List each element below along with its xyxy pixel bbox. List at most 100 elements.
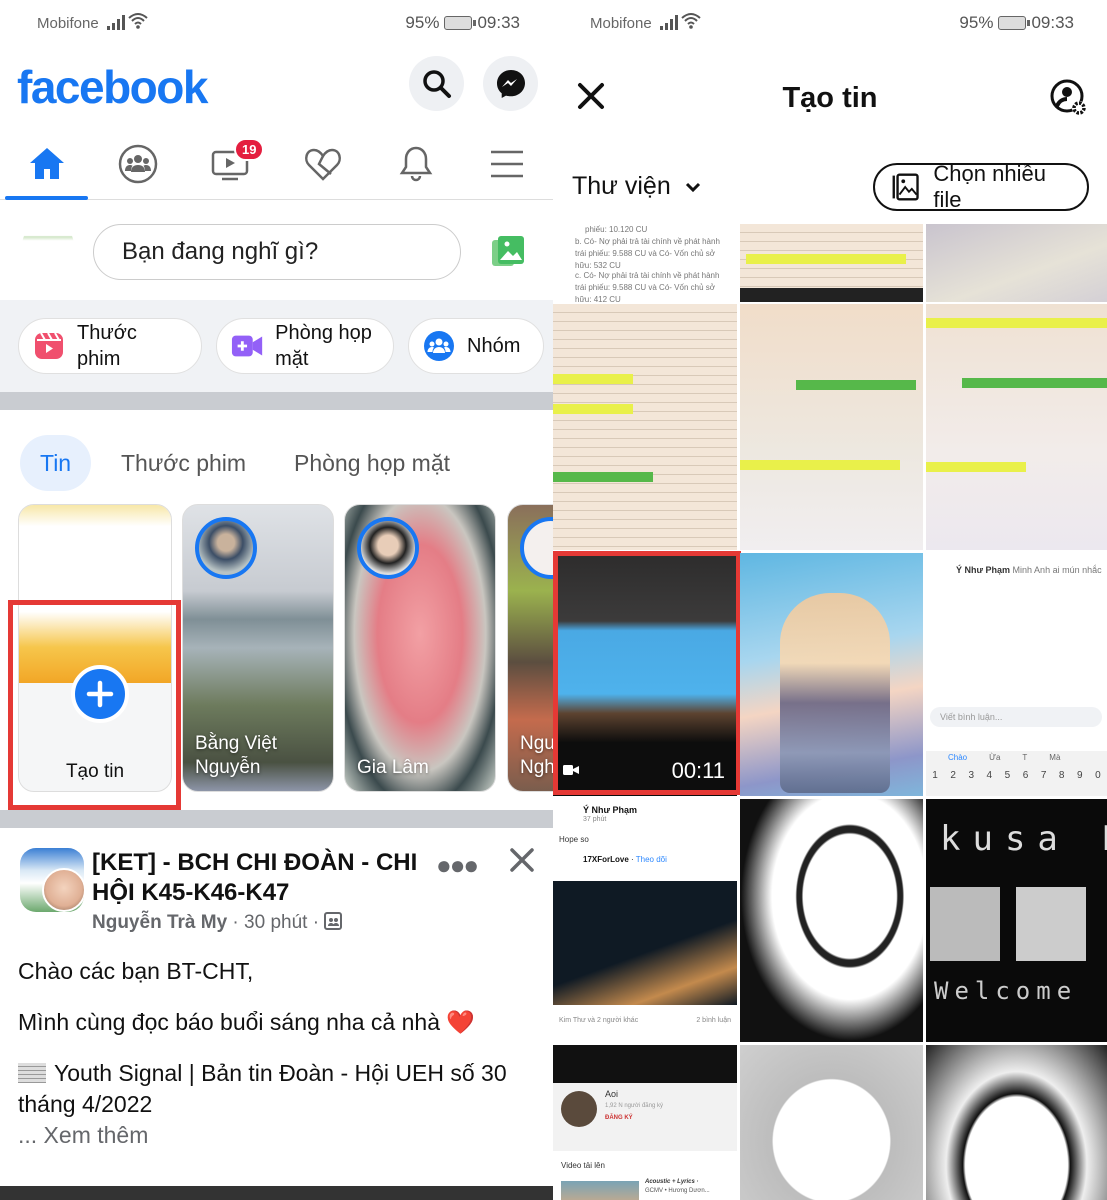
post-shot-reactions: Kim Thư và 2 người khác [559, 1017, 639, 1024]
shared-author: 17XForLove [583, 855, 629, 864]
gallery-item[interactable] [926, 224, 1107, 302]
page-title: Tạo tin [782, 82, 878, 114]
next-post-preview [0, 1186, 553, 1200]
stories-tabs: Tin Thước phim Phòng họp mặt [0, 410, 553, 500]
group-icon [424, 331, 454, 361]
post-shot-time: 37 phút [583, 816, 607, 823]
post-meta: Nguyễn Trà My · 30 phút · [92, 912, 343, 934]
key: 4 [986, 770, 993, 781]
story-card[interactable]: Gia Lâm [344, 504, 496, 792]
reels-button[interactable]: Thước phim [18, 318, 202, 374]
group-avatar[interactable] [20, 848, 84, 912]
create-story-screen: Mobifone 95% 09:33 Tạo tin Thư viện Chọn … [553, 0, 1107, 1200]
nav-dating[interactable] [283, 130, 363, 198]
story-avatar [357, 517, 419, 579]
section-divider [0, 810, 553, 828]
gallery-item[interactable] [926, 304, 1107, 550]
comment-author: Ý Như Phạm [956, 565, 1011, 575]
story-avatar [195, 517, 257, 579]
groups-button[interactable]: Nhóm [408, 318, 544, 374]
story-author: Gia Lâm [357, 757, 429, 779]
gallery-item[interactable]: Ý Như Phạm 37 phút Hope so 17XForLove · … [553, 799, 737, 1042]
channel-avatar [561, 1091, 597, 1127]
search-button[interactable] [409, 56, 464, 111]
gallery-item[interactable]: phiếu: 10.120 CU b. Có- Nợ phải trả tài … [553, 224, 737, 302]
gallery-item[interactable] [740, 1045, 923, 1200]
messenger-button[interactable] [483, 56, 538, 111]
tab-stories[interactable]: Tin [20, 435, 92, 491]
carrier-name: Mobifone [590, 15, 652, 32]
rooms-label: Phòng họp mặt [275, 322, 372, 370]
gallery-item[interactable]: Aoi 1,92 N người đăng ký ĐĂNG KÝ Video t… [553, 1045, 737, 1200]
nav-home[interactable] [7, 130, 87, 198]
gallery-item[interactable] [740, 304, 923, 550]
room-video-icon [231, 335, 263, 357]
tab-rooms[interactable]: Phòng họp mặt [274, 435, 470, 491]
video-title: Acoustic + Lyrics · [645, 1179, 699, 1185]
create-story-header: Tạo tin [553, 60, 1107, 140]
wifi-icon [128, 13, 148, 29]
close-icon[interactable] [508, 846, 536, 874]
signal-icon [107, 14, 125, 30]
see-more-link[interactable]: ... Xem thêm [18, 1120, 533, 1151]
gallery-item[interactable] [740, 553, 923, 796]
post-time[interactable]: 30 phút [244, 912, 307, 933]
channel-subs: 1,92 N người đăng ký [605, 1103, 663, 1109]
highlight-box [553, 551, 741, 795]
gallery-item[interactable] [740, 224, 923, 302]
doc-line: c. Có- Nợ phải trả tài chính về phát hàn… [575, 271, 720, 302]
channel-name: Aoi [605, 1089, 619, 1099]
comment-row: Ý Như Phạm Minh Anh ai mún nhắc [956, 565, 1102, 575]
gallery-item[interactable] [553, 304, 737, 550]
gallery-item[interactable]: Ý Như Phạm Minh Anh ai mún nhắc Viết bìn… [926, 553, 1107, 796]
suggestion: Chào [948, 753, 968, 762]
gallery-item[interactable]: kusa R Welcome [926, 799, 1107, 1042]
privacy-settings-icon[interactable] [1049, 78, 1089, 118]
story-card[interactable]: Bằng Việt Nguyễn [182, 504, 334, 792]
watch-badge: 19 [234, 138, 265, 161]
nav-menu[interactable] [467, 130, 547, 198]
panel [1016, 887, 1086, 961]
facebook-logo[interactable]: facebook [17, 60, 208, 114]
story-card[interactable]: Nguyễn Nghị [507, 504, 553, 792]
highlight-box [8, 600, 181, 810]
post-shot-text: Hope so [559, 835, 589, 844]
media-gallery: phiếu: 10.120 CU b. Có- Nợ phải trả tài … [553, 224, 1107, 1200]
uploads-label: Video tải lên [561, 1161, 605, 1170]
nav-groups[interactable] [98, 130, 178, 198]
whats-on-your-mind-input[interactable]: Bạn đang nghĩ gì? [93, 224, 461, 280]
battery-icon [444, 16, 477, 30]
post-shot-comments: 2 bình luận [696, 1017, 731, 1024]
feed-post: [KET] - BCH CHI ĐOÀN - CHI HỘI K45-K46-K… [0, 828, 553, 1188]
battery-percent: 95% [405, 13, 440, 32]
key: 1 [932, 770, 938, 781]
kusa-welcome: Welcome [934, 977, 1078, 1005]
story-avatar [520, 517, 553, 579]
author-avatar[interactable] [42, 868, 84, 912]
status-bar: Mobifone 95% 09:33 [0, 0, 553, 46]
nav-watch[interactable]: 19 [190, 130, 270, 198]
photo-icon[interactable] [490, 234, 526, 268]
suggestion: T [1022, 753, 1028, 762]
gallery-item[interactable] [740, 799, 923, 1042]
nav-notifications[interactable] [376, 130, 456, 198]
battery-icon [998, 16, 1031, 30]
select-multiple-button[interactable]: Chọn nhiều file [873, 161, 1089, 212]
post-composer: Bạn đang nghĩ gì? [0, 202, 553, 300]
gallery-item[interactable] [926, 1045, 1107, 1200]
group-title[interactable]: [KET] - BCH CHI ĐOÀN - CHI HỘI K45-K46-K… [92, 848, 422, 908]
post-author[interactable]: Nguyễn Trà My [92, 912, 227, 933]
search-icon [422, 69, 451, 98]
keyboard-preview: Chào Ừa T Mà 1 2 345678 9 0 [926, 751, 1107, 796]
section-divider [0, 392, 553, 410]
user-avatar[interactable] [22, 220, 74, 272]
members-icon [324, 912, 343, 930]
rooms-button[interactable]: Phòng họp mặt [216, 318, 394, 374]
groups-label: Nhóm [467, 335, 521, 357]
bell-icon [399, 146, 433, 182]
clock: 09:33 [1031, 13, 1074, 32]
library-dropdown[interactable]: Thư viện [572, 172, 701, 201]
more-options-button[interactable]: ●●● [436, 850, 479, 881]
post-shot-image [553, 881, 737, 1005]
tab-reels[interactable]: Thước phim [101, 435, 266, 491]
